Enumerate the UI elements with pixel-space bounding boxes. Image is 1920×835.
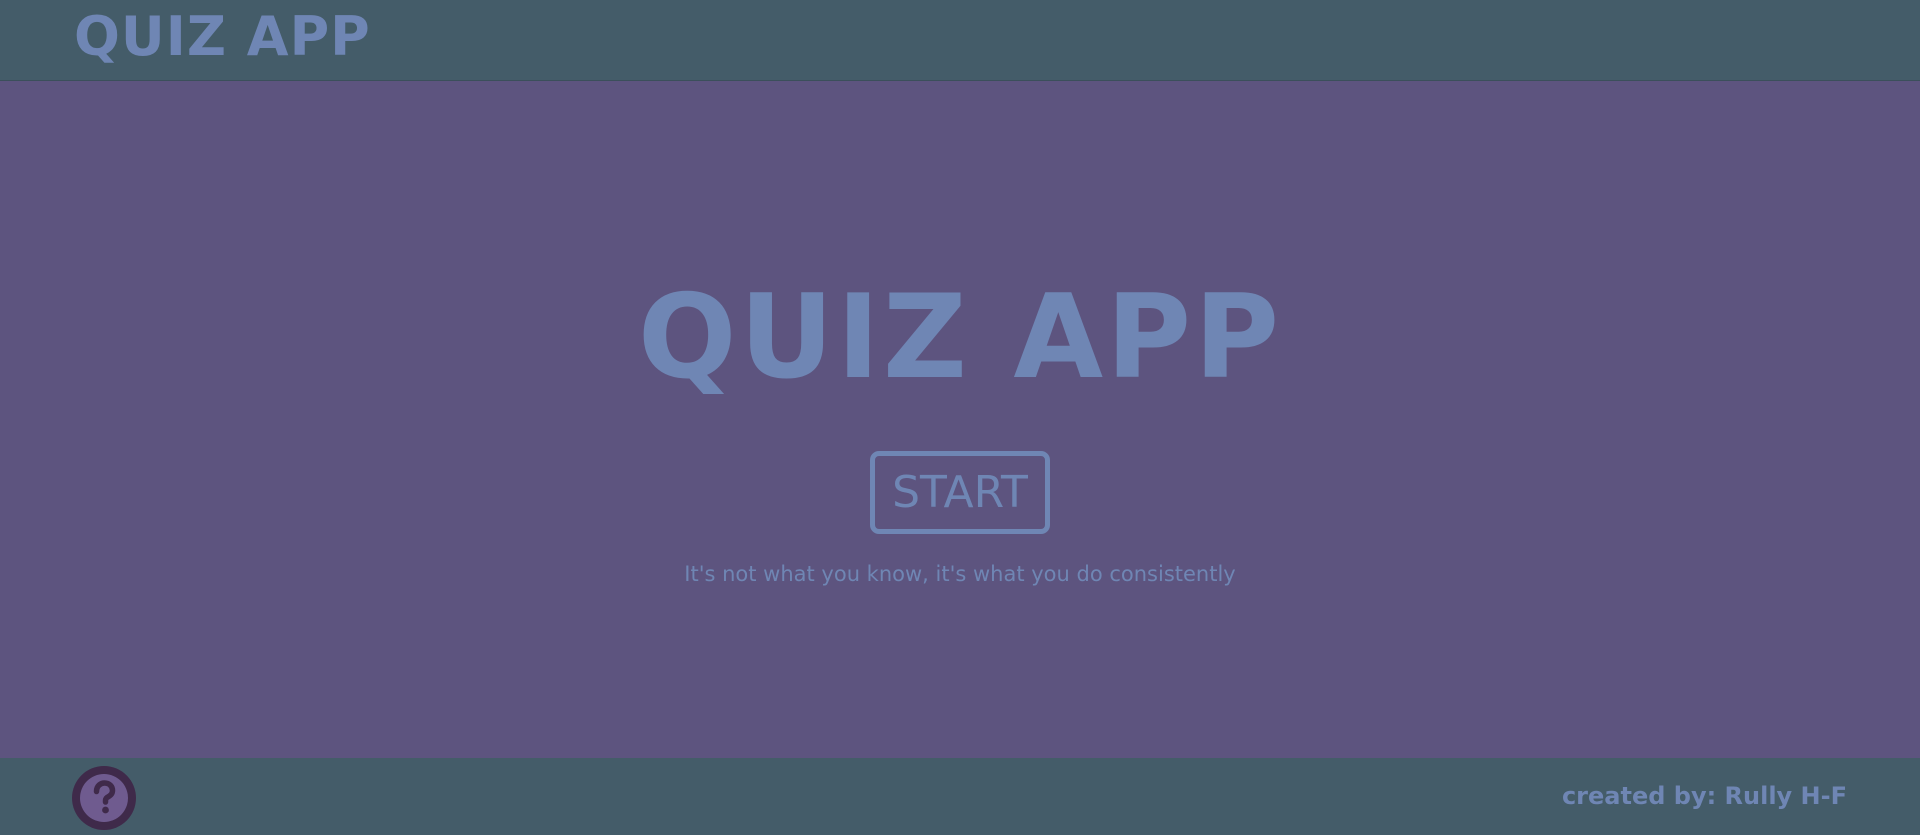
top-header: QUIZ APP — [0, 0, 1920, 81]
tagline: It's not what you know, it's what you do… — [684, 562, 1236, 586]
hero-title: QUIZ APP — [637, 270, 1283, 405]
help-button[interactable] — [72, 766, 136, 830]
header-title: QUIZ APP — [74, 5, 371, 68]
question-circle-icon — [80, 774, 128, 822]
start-button[interactable]: START — [870, 451, 1050, 534]
main-content: QUIZ APP START It's not what you know, i… — [0, 81, 1920, 758]
creator-credit: created by: Rully H-F — [1561, 782, 1847, 810]
footer: created by: Rully H-F — [0, 758, 1920, 835]
